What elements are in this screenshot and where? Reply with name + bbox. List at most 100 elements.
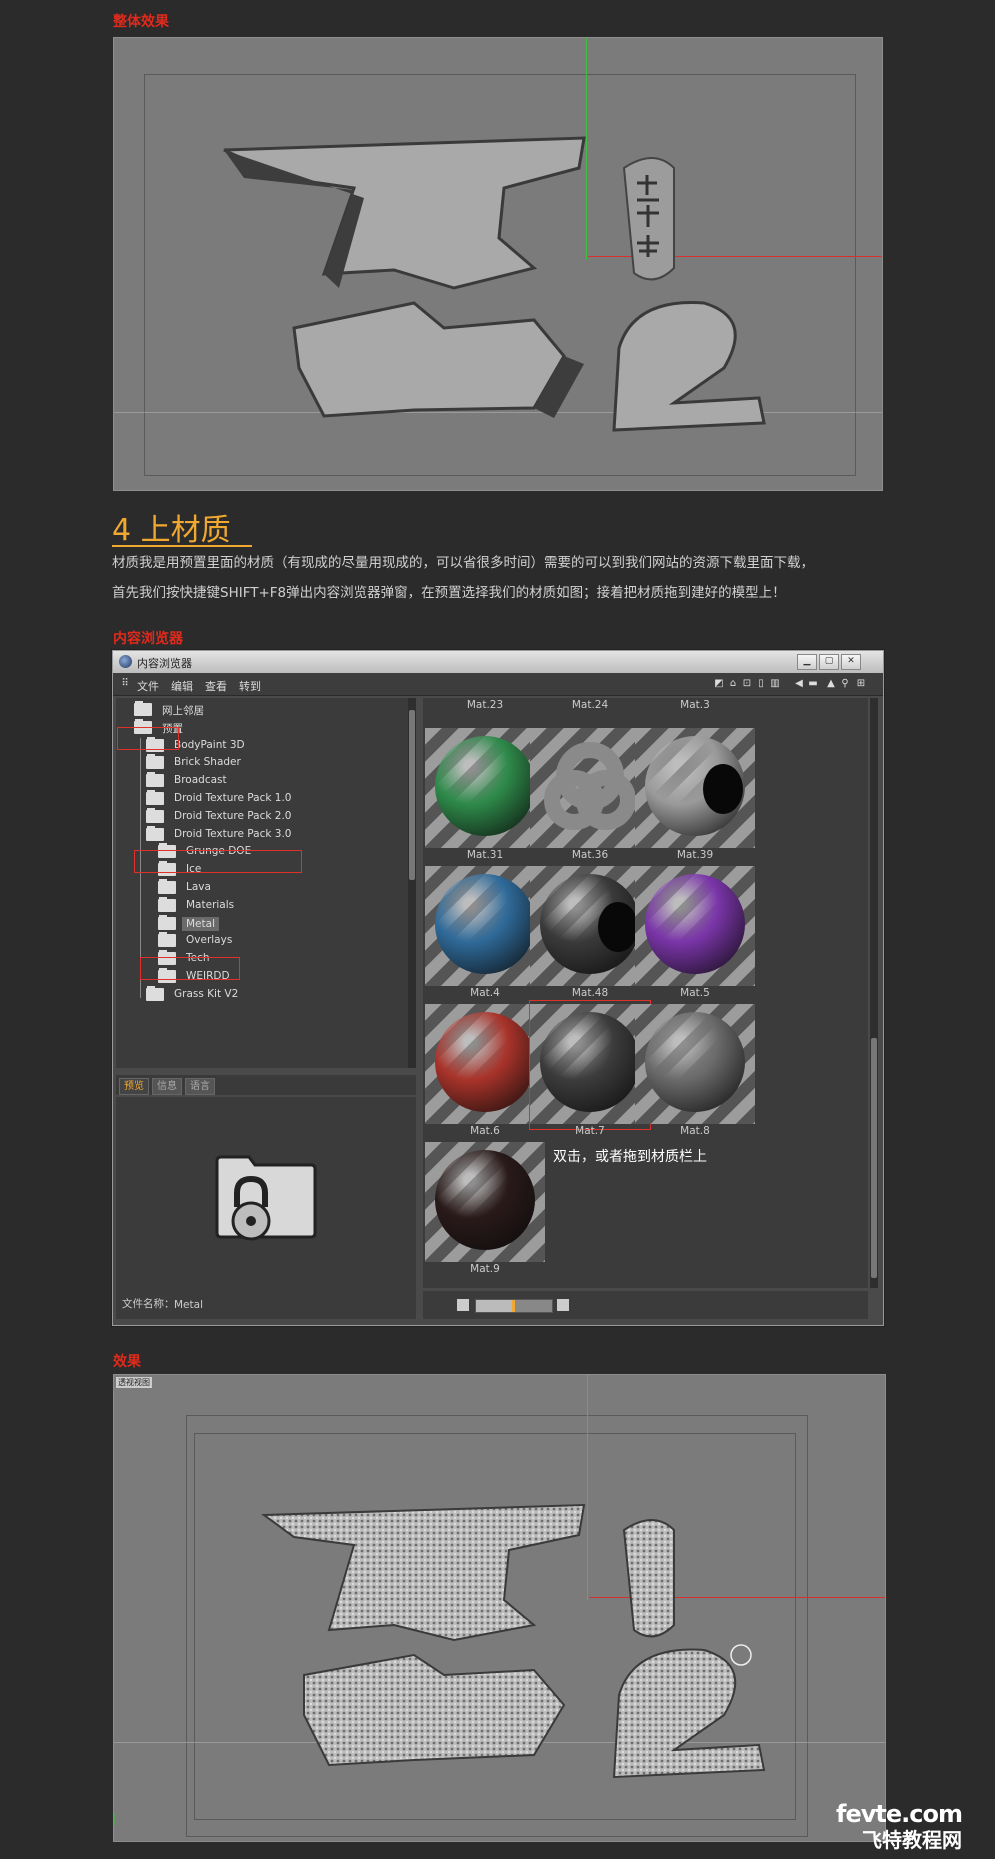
tree-item-label: Materials [186, 898, 235, 911]
grid-scroll-thumb[interactable] [871, 1038, 877, 1278]
highlight-metal [140, 957, 240, 980]
locked-folder-icon [215, 1155, 317, 1241]
home-icon[interactable]: ⌂ [727, 678, 739, 690]
thumbnail-image [530, 728, 650, 848]
thumbnail-image [425, 728, 545, 848]
close-button[interactable]: ✕ [841, 654, 861, 670]
menu-view[interactable]: 查看 [205, 678, 227, 694]
filename-label: 文件名称： [122, 1298, 175, 1310]
maximize-button[interactable]: ▢ [819, 654, 839, 670]
folder-icon [158, 896, 178, 913]
tree-item-label: 网上邻居 [162, 705, 204, 717]
book-icon[interactable]: ▥ [769, 678, 781, 690]
material-name: Mat.7 [575, 1125, 605, 1137]
folder-icon [146, 985, 166, 1002]
folder-icon [158, 914, 178, 931]
material-thumbnail[interactable]: Mat.24 [530, 698, 650, 713]
material-thumbnail[interactable]: Mat.48 [530, 866, 650, 1001]
folder-icon [146, 772, 166, 788]
material-preview-sphere [645, 1012, 745, 1112]
viewport-effect[interactable]: 透视视图 [113, 1374, 886, 1842]
step-heading: 4 上材质 [112, 513, 231, 548]
back-icon[interactable]: ◀ [793, 678, 805, 690]
thumbnail-image [635, 1004, 755, 1124]
watermark-site-name: 飞特教程网 [861, 1828, 962, 1852]
material-name: Mat.8 [680, 1125, 710, 1137]
search-icon[interactable]: ⚲ [839, 678, 851, 690]
tree-item-label: BodyPaint 3D [174, 738, 245, 751]
thumb-size-slider[interactable] [475, 1299, 553, 1313]
material-thumbnail[interactable]: Mat.5 [635, 866, 755, 1001]
material-thumbnail[interactable]: Mat.8 [635, 1004, 755, 1139]
tree-item-label: Droid Texture Pack 1.0 [174, 792, 292, 804]
thumbnail-image [635, 866, 755, 986]
hole-shape [598, 902, 638, 952]
tree-item-label: Lava [186, 881, 211, 893]
menu-bar: ⠿ 文件 编辑 查看 转到 ◩ ⌂ ⊡ ▯ ▥ ◀ ▬ ▲ ⚲ ⊞ [113, 673, 883, 696]
tab-preview[interactable]: 预览 [119, 1078, 149, 1095]
thumbnail-image [425, 1142, 545, 1262]
tab-info[interactable]: 信息 [152, 1078, 182, 1095]
material-thumbnail[interactable]: Mat.31 [425, 728, 545, 863]
material-preview-knot [530, 728, 650, 852]
material-thumbnail[interactable]: Mat.9 [425, 1142, 545, 1277]
slider-knob[interactable] [512, 1300, 515, 1312]
folder-tree: 网上邻居 预置 BodyPaint 3D Brick Shader Broadcast D… [116, 698, 416, 1068]
material-thumbnail[interactable]: Mat.39 [635, 728, 755, 863]
material-thumbnail[interactable]: Mat.6 [425, 1004, 545, 1139]
material-preview-sphere [435, 736, 535, 836]
up-icon[interactable]: ▲ [825, 678, 837, 690]
thumbnail-image [425, 1004, 545, 1124]
material-preview-sphere [645, 874, 745, 974]
expand-icon[interactable]: ⊞ [855, 678, 867, 690]
title-3d-model [223, 136, 766, 432]
material-name: Mat.6 [470, 1125, 500, 1137]
material-grid: Mat.23 Mat.24 Mat.3 Mat.31 Mat.36 Mat.39 Mat.4… [423, 698, 868, 1288]
content-browser-window[interactable]: 内容浏览器 ▁ ▢ ✕ ⠿ 文件 编辑 查看 转到 ◩ ⌂ ⊡ ▯ ▥ ◀ ▬ … [112, 650, 884, 1326]
material-name: Mat.48 [571, 987, 609, 999]
title-bar[interactable]: 内容浏览器 ▁ ▢ ✕ [113, 651, 883, 673]
material-thumbnail[interactable]: Mat.4 [425, 866, 545, 1001]
drag-annotation: 双击，或者拖到材质栏上 [553, 1149, 707, 1165]
material-thumbnail[interactable]: Mat.36 [530, 728, 650, 863]
material-preview-hollow [540, 874, 640, 974]
large-size-icon[interactable] [557, 1299, 569, 1311]
tree-item-label: Broadcast [174, 774, 227, 787]
grid-scrollbar[interactable] [870, 698, 878, 1288]
lock-icon[interactable]: ⊡ [741, 678, 753, 690]
slider-fill [476, 1300, 512, 1312]
folder-icon [158, 879, 178, 895]
folder-icon [146, 825, 166, 842]
forward-icon[interactable]: ▬ [807, 678, 819, 690]
trash-icon[interactable]: ▯ [755, 678, 767, 690]
hole-shape [703, 764, 743, 814]
material-name: Mat.31 [466, 849, 504, 861]
material-thumbnail[interactable]: Mat.3 [635, 698, 755, 713]
material-thumbnail[interactable]: Mat.23 [425, 698, 545, 713]
material-name: Mat.3 [680, 699, 710, 711]
material-thumbnail[interactable]: Mat.7 [529, 1000, 651, 1139]
new-preset-icon[interactable]: ◩ [713, 678, 725, 690]
step-text-line1: 材质我是用预置里面的材质（有现成的尽量用现成的，可以省很多时间）需要的可以到我们… [112, 555, 814, 571]
info-tabs: 预览 信息 语言 [116, 1075, 416, 1095]
tree-scrollbar[interactable] [408, 698, 416, 1068]
effect-label: 效果 [113, 1354, 141, 1370]
minimize-button[interactable]: ▁ [797, 654, 817, 670]
menu-edit[interactable]: 编辑 [171, 678, 193, 694]
material-name: Mat.23 [466, 699, 504, 711]
viewport-overall[interactable] [113, 37, 883, 491]
cinema4d-logo-icon [119, 655, 132, 668]
tree-scroll-thumb[interactable] [409, 710, 415, 880]
folder-icon [158, 932, 178, 948]
grip-icon: ⠿ [121, 678, 129, 689]
tree-item-label: Droid Texture Pack 3.0 [174, 827, 292, 840]
menu-goto[interactable]: 转到 [239, 678, 261, 694]
tab-language[interactable]: 语言 [185, 1078, 215, 1095]
small-size-icon[interactable] [457, 1299, 469, 1311]
menu-file[interactable]: 文件 [137, 678, 159, 694]
tree-item-label: Grass Kit V2 [174, 987, 239, 1000]
material-name: Mat.36 [571, 849, 609, 861]
thumbnail-image [530, 866, 650, 986]
tree-item-label: Brick Shader [174, 756, 241, 769]
tree-item-label: Overlays [186, 934, 233, 947]
